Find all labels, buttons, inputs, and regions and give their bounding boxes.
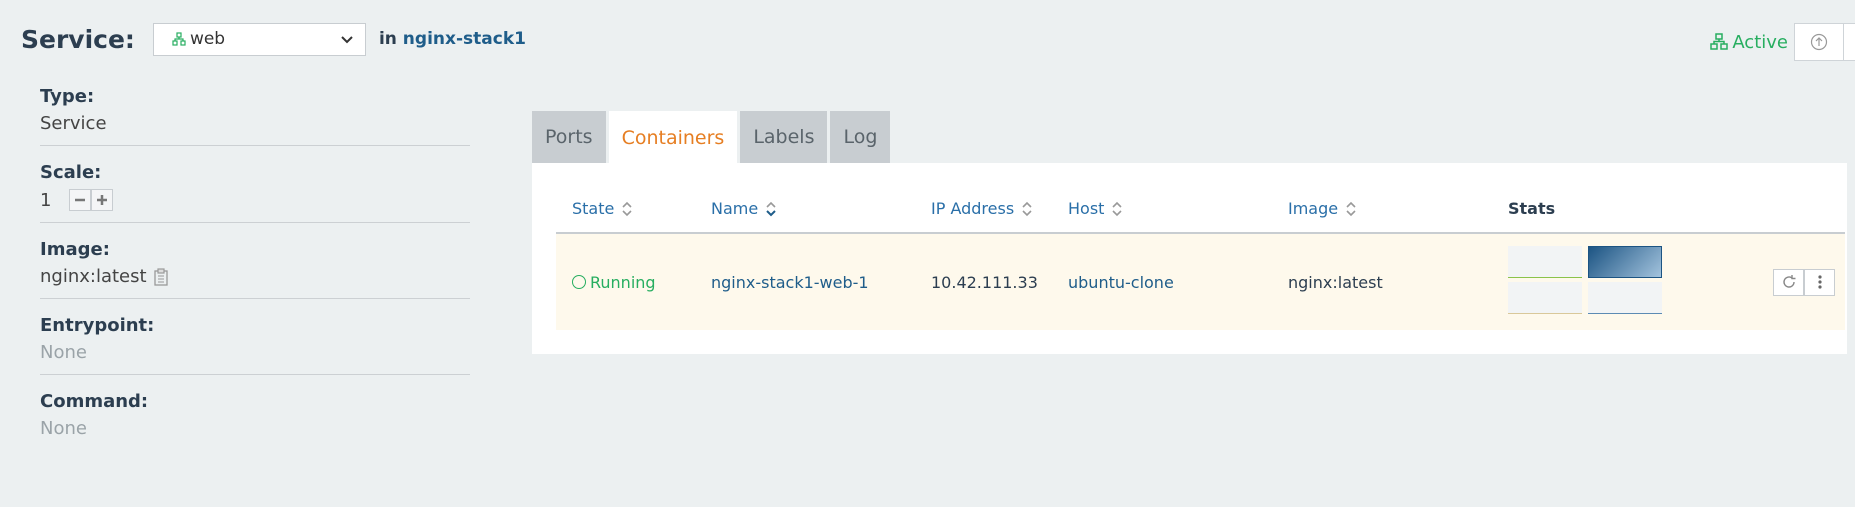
more-vertical-icon <box>1817 275 1822 289</box>
copy-icon[interactable] <box>153 267 171 287</box>
table-header: State Name IP Address Host Image Stats <box>556 163 1845 234</box>
column-header-label: Host <box>1068 199 1105 218</box>
storage-sparkline <box>1588 282 1662 314</box>
scale-stepper <box>69 189 114 211</box>
status-text: Active <box>1732 31 1788 53</box>
container-host-link[interactable]: ubuntu-clone <box>1068 273 1288 292</box>
image-field: Image: nginx:latest <box>40 239 470 299</box>
container-image: nginx:latest <box>1288 272 1383 292</box>
plus-icon <box>97 195 108 205</box>
type-field: Type: Service <box>40 86 470 146</box>
column-header-label: Image <box>1288 199 1339 218</box>
memory-sparkline <box>1588 246 1662 278</box>
container-state: Running <box>556 273 711 292</box>
table-row: Running nginx-stack1-web-1 10.42.111.33 … <box>556 234 1845 330</box>
entrypoint-field: Entrypoint: None <box>40 315 470 375</box>
column-header-image[interactable]: Image <box>1288 199 1508 218</box>
restart-button[interactable] <box>1773 268 1804 296</box>
container-name-link[interactable]: nginx-stack1-web-1 <box>711 273 931 292</box>
chevron-down-icon <box>341 36 353 44</box>
scale-increase-button[interactable] <box>91 189 114 211</box>
column-header-label: Name <box>711 199 759 218</box>
more-actions-button[interactable] <box>1804 268 1835 296</box>
service-icon <box>172 32 186 46</box>
scale-value: 1 <box>40 189 52 211</box>
minus-icon <box>75 198 86 202</box>
page-header: Service: web in nginx-stack1 <box>21 22 526 56</box>
scale-label: Scale: <box>40 162 102 183</box>
column-header-label: State <box>572 199 615 218</box>
upgrade-button[interactable] <box>1794 23 1843 61</box>
tab-ports[interactable]: Ports <box>532 111 606 163</box>
stack-link[interactable]: nginx-stack1 <box>403 29 526 49</box>
cpu-sparkline <box>1508 246 1582 278</box>
state-text: Running <box>590 272 656 292</box>
status-badge: Active <box>1710 32 1788 53</box>
entrypoint-value: None <box>40 342 87 363</box>
service-details: Type: Service Scale: 1 Image: nginx:late… <box>40 86 470 466</box>
sort-icon <box>1022 201 1032 216</box>
image-row: nginx:latest <box>40 266 470 287</box>
image-value: nginx:latest <box>40 266 147 287</box>
service-icon <box>1710 33 1729 50</box>
container-ip: 10.42.111.33 <box>931 272 1038 292</box>
column-header-host[interactable]: Host <box>1068 199 1288 218</box>
scale-field: Scale: 1 <box>40 162 470 223</box>
sort-icon <box>1346 201 1356 216</box>
image-label: Image: <box>40 239 110 260</box>
scale-decrease-button[interactable] <box>69 189 92 211</box>
more-actions-button[interactable] <box>1843 23 1855 61</box>
row-actions <box>1738 268 1845 296</box>
detail-tabs: Ports Containers Labels Log <box>532 111 893 163</box>
sort-descending-icon <box>766 201 776 216</box>
in-label: in <box>378 29 397 49</box>
network-sparkline <box>1508 282 1582 314</box>
scale-row: 1 <box>40 189 470 211</box>
sort-icon <box>1112 201 1123 216</box>
upgrade-icon <box>1810 33 1828 51</box>
containers-panel: State Name IP Address Host Image Stats R… <box>532 163 1847 354</box>
service-actions: Active <box>1710 23 1855 61</box>
entrypoint-label: Entrypoint: <box>40 315 155 336</box>
containers-table: State Name IP Address Host Image Stats R… <box>556 163 1845 330</box>
stack-context: in nginx-stack1 <box>379 29 526 49</box>
column-header-stats: Stats <box>1508 199 1556 218</box>
column-header-name[interactable]: Name <box>711 199 931 218</box>
container-stats <box>1508 246 1738 318</box>
type-label: Type: <box>40 86 95 107</box>
service-select-value: web <box>189 29 226 49</box>
restart-icon <box>1782 275 1795 288</box>
command-label: Command: <box>40 391 149 412</box>
type-value: Service <box>40 113 107 134</box>
tab-labels[interactable]: Labels <box>740 111 828 163</box>
tab-containers[interactable]: Containers <box>608 111 738 163</box>
command-field: Command: None <box>40 391 470 450</box>
page-title: Service: <box>21 24 135 54</box>
sort-icon <box>622 201 632 216</box>
service-select[interactable]: web <box>152 22 366 56</box>
column-header-ip[interactable]: IP Address <box>931 199 1068 218</box>
running-icon <box>572 275 586 289</box>
column-header-state[interactable]: State <box>556 199 711 218</box>
command-value: None <box>40 418 87 439</box>
column-header-label: IP Address <box>931 199 1015 218</box>
tab-log[interactable]: Log <box>830 111 891 163</box>
